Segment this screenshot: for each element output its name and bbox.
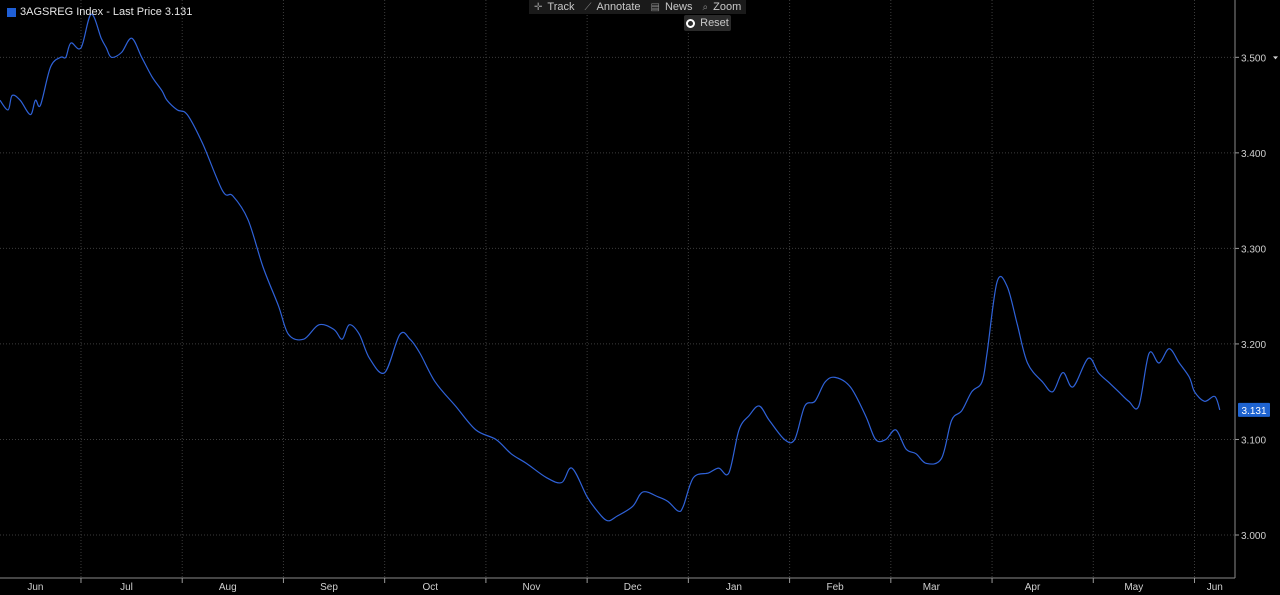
- y-tick-label: 3.200: [1241, 340, 1266, 351]
- reset-icon: [686, 18, 696, 28]
- x-tick-label: Mar: [923, 582, 941, 593]
- x-tick-label: Jun: [27, 582, 43, 593]
- reset-label: Reset: [700, 17, 729, 29]
- pencil-icon: ⟋: [584, 1, 592, 13]
- x-tick-label: Jun: [1207, 582, 1223, 593]
- track-label: Track: [547, 1, 575, 13]
- zoom-label: Zoom: [713, 1, 742, 13]
- magnifier-icon: ⌕: [702, 1, 709, 13]
- legend-label: 3AGSREG Index - Last Price 3.131: [20, 6, 193, 18]
- x-tick-label: Feb: [827, 582, 845, 593]
- price-chart[interactable]: 3.000 3.100 3.200 3.300 3.400 3.500 Jun Jul Aug S…: [0, 0, 1280, 595]
- axis-labels: 3.000 3.100 3.200 3.300 3.400 3.500 Jun Jul Aug S…: [27, 53, 1270, 593]
- legend-swatch: [7, 7, 16, 17]
- y-tick-label: 3.400: [1241, 149, 1266, 160]
- x-tick-label: Sep: [320, 582, 338, 593]
- y-tick-label: 3.300: [1241, 244, 1266, 255]
- y-tick-label: 3.100: [1241, 435, 1266, 446]
- last-price-label: 3.131: [1241, 406, 1266, 417]
- news-icon: ▤: [650, 1, 660, 13]
- crosshair-icon: ✛: [534, 1, 543, 13]
- x-tick-label: Apr: [1025, 582, 1041, 593]
- y-tick-label: 3.000: [1241, 531, 1266, 542]
- y-tick-label: 3.500: [1241, 53, 1266, 64]
- series-layer: [0, 13, 1221, 522]
- x-tick-label: Jan: [726, 582, 742, 593]
- gridlines: [0, 0, 1235, 578]
- price-series-line: [0, 13, 1221, 522]
- track-button[interactable]: ✛ Track: [529, 0, 579, 14]
- x-tick-label: Aug: [219, 582, 237, 593]
- x-tick-label: Oct: [422, 582, 438, 593]
- chart-toolbar: ✛ Track ⟋ Annotate ▤ News ⌕ Zoom: [529, 0, 747, 14]
- dropdown-arrow-icon: [1273, 56, 1278, 60]
- x-tick-label: Dec: [624, 582, 642, 593]
- annotate-button[interactable]: ⟋ Annotate: [579, 0, 645, 14]
- news-button[interactable]: ▤ News: [646, 0, 698, 14]
- news-label: News: [664, 1, 693, 13]
- x-tick-label: Jul: [120, 582, 133, 593]
- x-tick-label: Nov: [523, 582, 541, 593]
- zoom-button[interactable]: ⌕ Zoom: [698, 0, 747, 14]
- reset-button[interactable]: Reset: [684, 15, 731, 31]
- legend[interactable]: 3AGSREG Index - Last Price 3.131: [7, 6, 192, 18]
- x-tick-label: May: [1124, 582, 1143, 593]
- annotate-label: Annotate: [596, 1, 641, 13]
